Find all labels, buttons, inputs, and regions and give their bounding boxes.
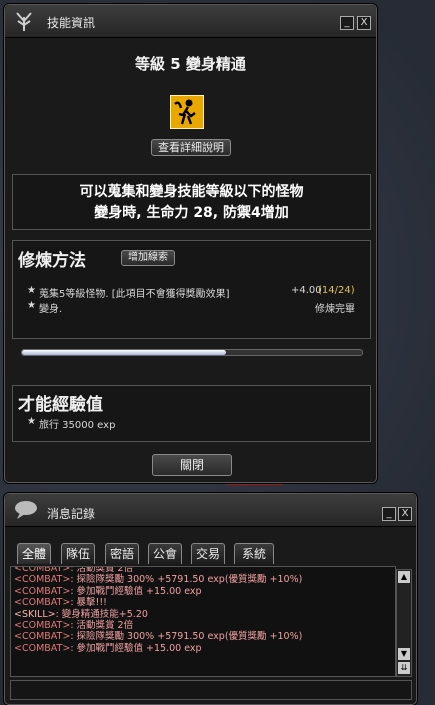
log-content-area: <COMBAT>: 活動獎賞 2倍 <COMBAT>: 探險隊獎勵 300% +5… xyxy=(10,566,396,677)
talent-panel: 才能經驗值 ★ 旅行 35000 exp xyxy=(12,385,371,442)
tab-all[interactable]: 全體 xyxy=(17,543,51,564)
view-details-button[interactable]: 查看詳細說明 xyxy=(151,139,231,156)
log-line: <COMBAT>: 參加戰鬥經驗值 +15.00 exp xyxy=(14,643,302,654)
log-line-tag: <COMBAT> xyxy=(14,642,71,654)
log-line: <COMBAT>: 暴擊!!! xyxy=(14,597,302,608)
chat-bubble-icon xyxy=(15,501,37,519)
training-header: 修煉方法 xyxy=(18,251,86,271)
training-item-1-text: 蒐集5等級怪物. [此項目不會獲得獎勵效果] xyxy=(39,289,230,300)
log-line-tag: <COMBAT> xyxy=(14,597,71,609)
log-line-text: : 參加戰鬥經驗值 +15.00 exp xyxy=(70,585,202,597)
log-line-tag: <COMBAT> xyxy=(14,585,71,597)
tab-guild[interactable]: 公會 xyxy=(148,543,182,564)
log-line-text: : 暴擊!!! xyxy=(70,597,107,609)
chat-input[interactable] xyxy=(10,680,412,700)
tab-whisper[interactable]: 密語 xyxy=(105,543,139,564)
log-scrollbar[interactable]: ▲ ▼ ⇊ xyxy=(396,569,412,677)
description-panel: 可以蒐集和變身技能等級以下的怪物 變身時, 生命力 28, 防禦4增加 xyxy=(12,174,371,230)
tab-trade[interactable]: 交易 xyxy=(191,543,225,564)
training-bullet-1: ★ xyxy=(27,285,36,296)
log-line: <COMBAT>: 探險隊獎勵 300% +5791.50 exp(優質獎勵 +… xyxy=(14,631,302,642)
talent-item-text: 旅行 35000 exp xyxy=(39,420,116,431)
tab-system[interactable]: 系統 xyxy=(234,543,274,564)
skill-icon xyxy=(170,95,204,129)
log-minimize-button[interactable]: _ xyxy=(382,507,396,521)
skill-tree-icon xyxy=(16,12,32,31)
training-panel: 修煉方法 增加線索 ★ 蒐集5等級怪物. [此項目不會獲得獎勵效果] +4.00… xyxy=(12,240,371,339)
scroll-bottom-icon[interactable]: ⇊ xyxy=(398,662,410,674)
skill-info-window: 技能資訊 _ X 等級 5 變身精通 查看詳細說明 可以蒐集和變身技能等級以下的… xyxy=(4,4,377,483)
description-line-2: 變身時, 生命力 28, 防禦4增加 xyxy=(94,205,289,221)
log-window-titlebar[interactable]: 消息記錄 _ X xyxy=(5,494,416,527)
log-line-text: : 活動獎賞 2倍 xyxy=(70,620,134,632)
add-clue-button[interactable]: 增加線索 xyxy=(121,250,175,266)
log-line: <COMBAT>: 參加戰鬥經驗值 +15.00 exp xyxy=(14,586,302,597)
skill-window-titlebar[interactable]: 技能資訊 _ X xyxy=(5,5,376,38)
tab-party[interactable]: 隊伍 xyxy=(61,543,95,564)
training-bullet-2: ★ xyxy=(27,300,36,311)
log-line: <SKILL>: 變身精通技能+5.20 xyxy=(14,609,302,620)
log-line-tag: <COMBAT> xyxy=(14,620,71,632)
description-line-1: 可以蒐集和變身技能等級以下的怪物 xyxy=(79,184,304,200)
training-item-1-progress: (14/24) xyxy=(318,285,355,296)
log-line: <COMBAT>: 探險隊獎勵 300% +5791.50 exp(優質獎勵 +… xyxy=(14,574,302,585)
log-line-tag: <COMBAT> xyxy=(14,566,71,574)
log-line-text: : 變身精通技能+5.20 xyxy=(55,608,148,620)
log-line-tag: <COMBAT> xyxy=(14,631,71,643)
log-line-text: : 探險隊獎勵 300% +5791.50 exp(優質獎勵 +10%) xyxy=(70,574,303,586)
training-item-2-status: 修煉完畢 xyxy=(315,304,355,315)
skill-progress-fill xyxy=(22,350,226,355)
skill-progress-bar xyxy=(21,349,363,356)
scroll-down-icon[interactable]: ▼ xyxy=(398,648,410,660)
log-line-text: : 活動獎賞 2倍 xyxy=(70,566,134,574)
skill-window-title: 技能資訊 xyxy=(47,16,96,30)
log-line-tag: <SKILL> xyxy=(14,608,56,620)
log-close-button[interactable]: X xyxy=(398,507,412,521)
talent-header: 才能經驗值 xyxy=(18,395,103,415)
log-line-tag: <COMBAT> xyxy=(14,574,71,586)
log-window-title: 消息記錄 xyxy=(47,507,96,521)
log-line-text: : 參加戰鬥經驗值 +15.00 exp xyxy=(70,642,202,654)
talent-bullet: ★ xyxy=(27,416,36,427)
log-line: <COMBAT>: 活動獎賞 2倍 xyxy=(14,620,302,631)
scroll-up-icon[interactable]: ▲ xyxy=(398,571,410,583)
training-item-2-text: 變身. xyxy=(39,304,63,315)
minimize-button[interactable]: _ xyxy=(340,16,354,30)
log-lines: <COMBAT>: 活動獎賞 2倍 <COMBAT>: 探險隊獎勵 300% +5… xyxy=(14,566,302,654)
log-line-text: : 探險隊獎勵 300% +5791.50 exp(優質獎勵 +10%) xyxy=(70,631,303,643)
close-window-button[interactable]: X xyxy=(357,16,371,30)
skill-heading: 等級 5 變身精通 xyxy=(135,55,246,73)
close-button[interactable]: 關閉 xyxy=(152,454,232,476)
